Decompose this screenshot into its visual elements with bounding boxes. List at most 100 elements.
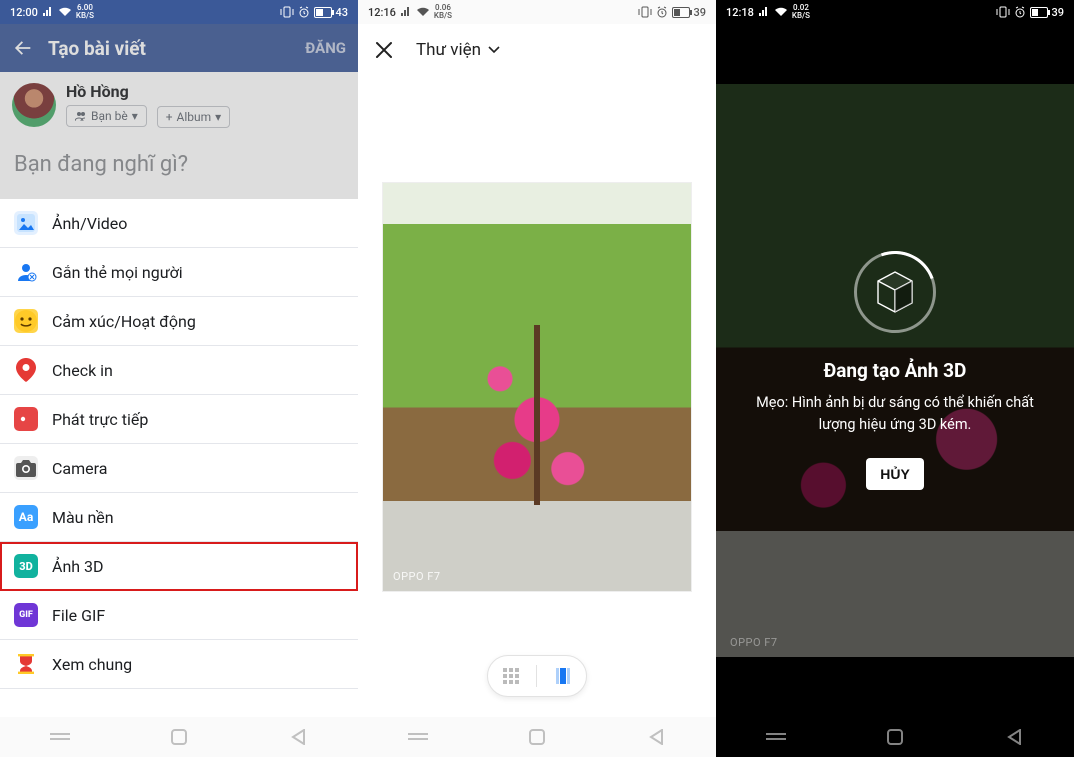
post-button[interactable]: ĐĂNG	[305, 39, 346, 57]
alarm-icon	[298, 6, 310, 18]
photo-video-icon	[14, 211, 38, 235]
option-label: Phát trực tiếp	[52, 410, 148, 429]
single-view-button[interactable]	[543, 667, 583, 685]
nav-recents[interactable]	[35, 730, 85, 744]
photo-watermark: OPPO F7	[393, 570, 441, 583]
audience-selector[interactable]: Bạn bè ▾	[66, 105, 147, 127]
vibrate-icon	[638, 6, 652, 18]
background-icon: Aa	[14, 505, 38, 529]
status-bar: 12:18 0.02KB/S 39	[716, 0, 1074, 24]
signal-icon	[400, 7, 412, 17]
option-background[interactable]: Aa Màu nền	[0, 493, 358, 542]
vibrate-icon	[280, 6, 294, 18]
status-time: 12:16	[368, 6, 396, 19]
processing-area: OPPO F7 Đang tạo Ảnh 3D Mẹo: Hình ảnh bị…	[716, 24, 1074, 717]
option-gif[interactable]: GIF File GIF	[0, 591, 358, 640]
avatar[interactable]	[12, 83, 56, 127]
compose-placeholder[interactable]: Bạn đang nghĩ gì?	[0, 138, 358, 199]
wifi-icon	[416, 7, 430, 17]
cube-icon	[875, 270, 915, 314]
nav-recents[interactable]	[751, 730, 801, 744]
screen-creating-3d: 12:18 0.02KB/S 39 OPPO F7	[716, 0, 1074, 757]
wifi-icon	[58, 7, 72, 17]
nav-recents[interactable]	[393, 730, 443, 744]
library-header: Thư viện	[358, 24, 716, 76]
option-label: Màu nền	[52, 508, 114, 527]
battery-icon	[314, 7, 334, 18]
status-time: 12:18	[726, 6, 754, 19]
progress-spinner	[854, 251, 936, 333]
attachment-option-list: Ảnh/Video Gắn thẻ mọi người Cảm xúc/Hoạt đ…	[0, 199, 358, 717]
nav-back[interactable]	[631, 729, 681, 745]
option-watch-party[interactable]: Xem chung	[0, 640, 358, 689]
caret-down-icon: ▾	[215, 110, 221, 124]
option-live[interactable]: Phát trực tiếp	[0, 395, 358, 444]
photo-3d-icon: 3D	[14, 554, 38, 578]
vibrate-icon	[996, 6, 1010, 18]
nav-home[interactable]	[870, 729, 920, 745]
friends-icon	[75, 111, 87, 121]
compose-title: Tạo bài viết	[48, 37, 291, 60]
nav-back[interactable]	[989, 729, 1039, 745]
photo-thumbnail[interactable]: OPPO F7	[382, 182, 692, 592]
grid-view-button[interactable]	[491, 668, 531, 684]
option-label: File GIF	[52, 606, 105, 625]
option-photo-video[interactable]: Ảnh/Video	[0, 199, 358, 248]
status-bar: 12:00 6.00KB/S 43	[0, 0, 358, 24]
system-nav-bar	[0, 717, 358, 757]
chevron-down-icon	[487, 45, 501, 55]
option-checkin[interactable]: Check in	[0, 346, 358, 395]
album-selector[interactable]: + Album ▾	[157, 106, 230, 128]
status-bar: 12:16 0.06KB/S 39	[358, 0, 716, 24]
nav-home[interactable]	[512, 729, 562, 745]
option-label: Xem chung	[52, 655, 132, 674]
system-nav-bar	[358, 717, 716, 757]
single-icon	[554, 667, 572, 685]
option-label: Gắn thẻ mọi người	[52, 263, 183, 282]
library-preview-area: OPPO F7	[358, 76, 716, 717]
library-dropdown[interactable]: Thư viện	[416, 40, 501, 60]
signal-icon	[42, 7, 54, 17]
tag-people-icon	[14, 260, 38, 284]
option-label: Ảnh/Video	[52, 214, 127, 233]
status-time: 12:00	[10, 6, 38, 19]
close-icon[interactable]	[374, 40, 394, 60]
signal-icon	[758, 7, 770, 17]
option-label: Cảm xúc/Hoạt động	[52, 312, 196, 331]
option-label: Check in	[52, 361, 113, 380]
option-label: Ảnh 3D	[52, 557, 104, 576]
nav-home[interactable]	[154, 729, 204, 745]
alarm-icon	[656, 6, 668, 18]
live-icon	[14, 407, 38, 431]
option-feeling[interactable]: Cảm xúc/Hoạt động	[0, 297, 358, 346]
gif-icon: GIF	[14, 603, 38, 627]
dimmed-compose-area: Tạo bài viết ĐĂNG Hồ Hồng Bạn bè ▾ + Alb…	[0, 24, 358, 199]
screen-library: 12:16 0.06KB/S 39 Thư viện OPPO F7	[358, 0, 716, 757]
screen-create-post: 12:00 6.00KB/S 43 Tạo bài viết ĐĂNG Hồ H…	[0, 0, 358, 757]
checkin-icon	[14, 358, 38, 382]
camera-icon	[14, 456, 38, 480]
photo-watermark: OPPO F7	[730, 636, 778, 649]
option-label: Camera	[52, 459, 107, 478]
system-nav-bar	[716, 717, 1074, 757]
option-photo-3d[interactable]: 3D Ảnh 3D	[0, 542, 358, 591]
back-icon[interactable]	[12, 37, 34, 59]
composer-user-row: Hồ Hồng Bạn bè ▾ + Album ▾	[0, 72, 358, 138]
nav-back[interactable]	[273, 729, 323, 745]
option-tag-people[interactable]: Gắn thẻ mọi người	[0, 248, 358, 297]
caret-down-icon: ▾	[132, 109, 138, 123]
grid-icon	[503, 668, 519, 684]
compose-header: Tạo bài viết ĐĂNG	[0, 24, 358, 72]
plus-icon: +	[166, 110, 173, 124]
user-name: Hồ Hồng	[66, 82, 230, 101]
alarm-icon	[1014, 6, 1026, 18]
cancel-button[interactable]: HỦY	[866, 458, 924, 490]
battery-icon	[1030, 7, 1050, 18]
wifi-icon	[774, 7, 788, 17]
processing-tip: Mẹo: Hình ảnh bị dư sáng có thể khiến ch…	[716, 392, 1074, 436]
processing-title: Đang tạo Ảnh 3D	[824, 359, 967, 382]
option-camera[interactable]: Camera	[0, 444, 358, 493]
watch-party-icon	[14, 652, 38, 676]
view-mode-toggle	[487, 655, 587, 697]
battery-icon	[672, 7, 692, 18]
